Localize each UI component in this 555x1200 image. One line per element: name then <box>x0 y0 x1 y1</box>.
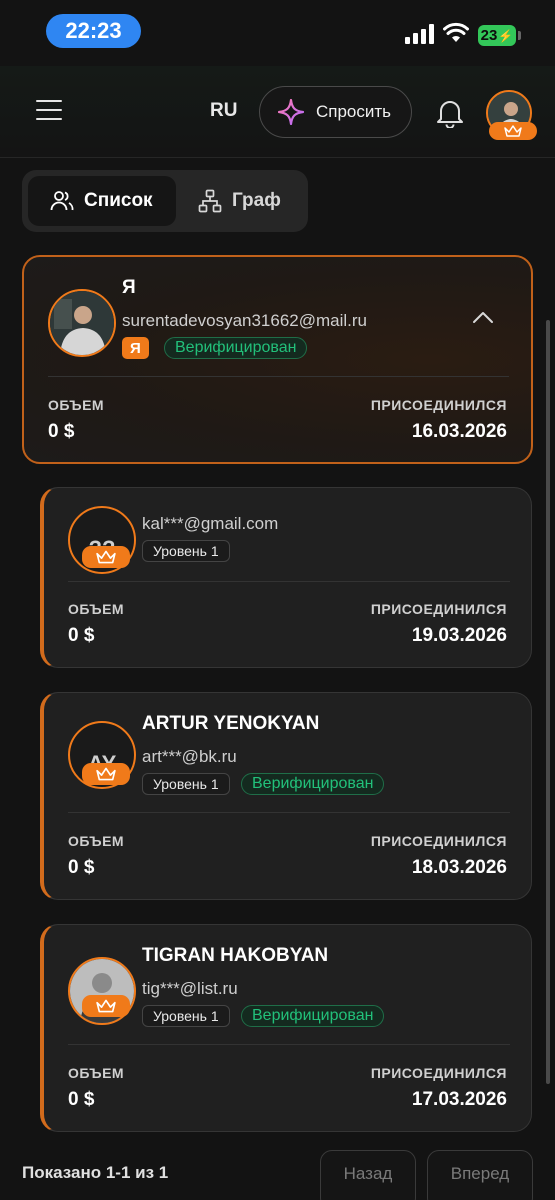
volume-value: 0 $ <box>48 421 75 442</box>
bell-icon[interactable] <box>436 98 464 128</box>
referral-name: ARTUR YENOKYAN <box>142 713 320 734</box>
tab-graph-label: Граф <box>232 190 281 211</box>
verified-badge: Верифицирован <box>164 337 308 359</box>
card-divider <box>48 376 509 377</box>
crown-icon <box>82 546 130 568</box>
battery-level: 23 <box>480 27 498 44</box>
joined-label: ПРИСОЕДИНИЛСЯ <box>370 1065 507 1081</box>
battery-tip <box>518 31 521 40</box>
volume-label: ОБЪЕМ <box>68 1065 125 1081</box>
joined-label: ПРИСОЕДИНИЛСЯ <box>370 397 507 413</box>
status-bar: 22:23 23 ⚡ <box>0 0 555 66</box>
volume-value: 0 $ <box>68 857 95 878</box>
verified-badge: Верифицирован <box>241 773 385 795</box>
referral-card[interactable]: AY ARTUR YENOKYAN art***@bk.ru Уровень 1… <box>40 692 532 900</box>
crown-icon <box>489 122 537 140</box>
referral-email: kal***@gmail.com <box>142 514 279 533</box>
volume-label: ОБЪЕМ <box>68 601 125 617</box>
volume-value: 0 $ <box>68 1089 95 1110</box>
volume-value: 0 $ <box>68 625 95 646</box>
level-badge: Уровень 1 <box>142 773 230 795</box>
joined-label: ПРИСОЕДИНИЛСЯ <box>370 601 507 617</box>
tab-graph[interactable]: Граф <box>176 176 302 226</box>
view-tabs: Список Граф <box>22 170 308 232</box>
app-header: RU Спросить <box>0 66 555 158</box>
card-divider <box>68 812 510 813</box>
crown-icon <box>82 995 130 1017</box>
verified-badge: Верифицирован <box>241 1005 385 1027</box>
pagination-summary: Показано 1-1 из 1 <box>22 1163 169 1182</box>
hierarchy-icon <box>198 189 222 213</box>
joined-value: 19.03.2026 <box>411 625 507 646</box>
language-switch[interactable]: RU <box>210 100 237 122</box>
tab-list-label: Список <box>84 190 153 211</box>
me-badge: Я <box>122 337 149 359</box>
my-avatar <box>48 289 116 357</box>
status-time: 22:23 <box>46 14 141 48</box>
chevron-up-icon[interactable] <box>472 310 494 324</box>
joined-value: 18.03.2026 <box>411 857 507 878</box>
sparkle-icon <box>278 99 304 125</box>
wifi-icon <box>443 22 469 42</box>
prev-page-button[interactable]: Назад <box>320 1150 416 1200</box>
card-divider <box>68 581 510 582</box>
next-page-button[interactable]: Вперед <box>427 1150 533 1200</box>
battery-indicator: 23 ⚡ <box>478 25 516 46</box>
scrollbar[interactable] <box>546 320 550 1084</box>
users-icon <box>50 191 74 211</box>
signal-icon <box>405 24 434 44</box>
volume-label: ОБЪЕМ <box>48 397 105 413</box>
ask-button[interactable]: Спросить <box>259 86 412 138</box>
ask-button-label: Спросить <box>316 102 392 121</box>
joined-value: 16.03.2026 <box>411 421 507 442</box>
my-email: surentadevosyan31662@mail.ru <box>122 311 368 330</box>
joined-label: ПРИСОЕДИНИЛСЯ <box>370 833 507 849</box>
referral-name: TIGRAN HAKOBYAN <box>142 945 329 966</box>
referral-email: tig***@list.ru <box>142 979 238 998</box>
my-card[interactable]: Я surentadevosyan31662@mail.ru Я Верифиц… <box>22 255 533 464</box>
level-badge: Уровень 1 <box>142 1005 230 1027</box>
my-name: Я <box>122 277 136 298</box>
my-photo <box>50 291 114 355</box>
volume-label: ОБЪЕМ <box>68 833 125 849</box>
referral-card[interactable]: ?? kal***@gmail.com Уровень 1 ОБЪЕМ 0 $ … <box>40 487 532 668</box>
card-divider <box>68 1044 510 1045</box>
menu-icon[interactable] <box>36 100 62 122</box>
referral-card[interactable]: TIGRAN HAKOBYAN tig***@list.ru Уровень 1… <box>40 924 532 1132</box>
crown-icon <box>82 763 130 785</box>
joined-value: 17.03.2026 <box>411 1089 507 1110</box>
charging-icon: ⚡ <box>498 28 514 43</box>
referral-email: art***@bk.ru <box>142 747 237 766</box>
tab-list[interactable]: Список <box>28 176 176 226</box>
level-badge: Уровень 1 <box>142 540 230 562</box>
